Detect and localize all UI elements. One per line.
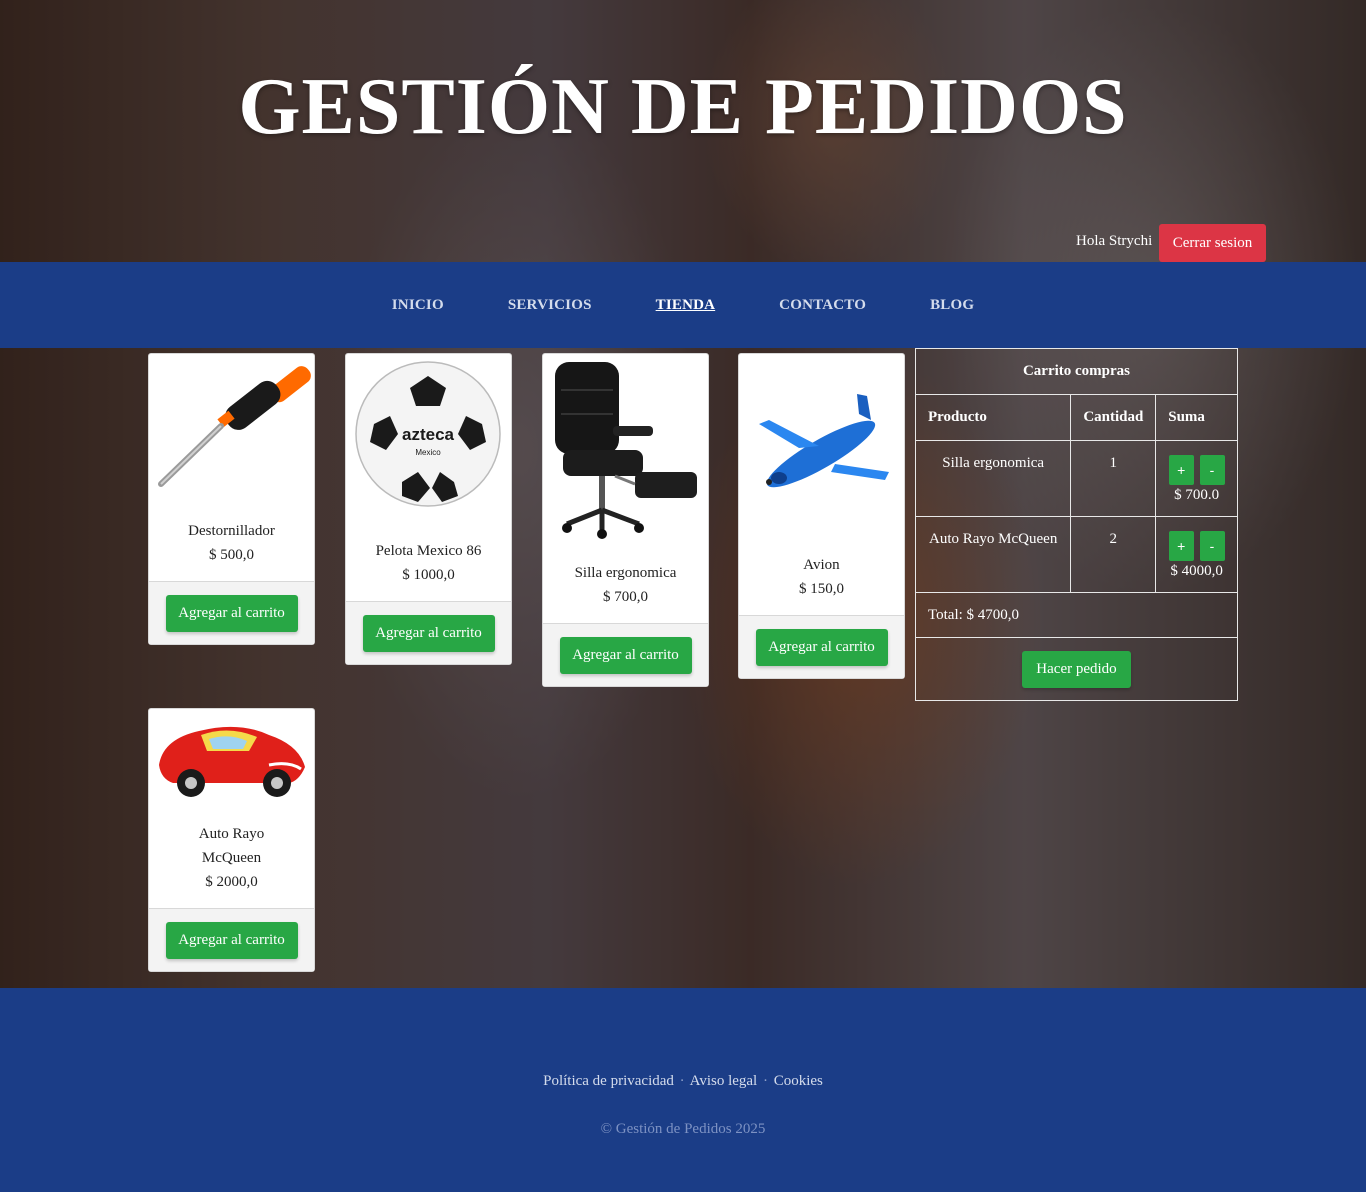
footer-links: Política de privacidad · Aviso legal · C… [0,1073,1366,1090]
cart-header-product: Producto [914,394,1072,441]
cart-header-quantity: Cantidad [1070,394,1157,441]
airplane-image [739,354,904,535]
product-card: azteca Mexico Pelota Mexico 86 $ 1000,0 … [345,353,512,665]
product-price: $ 2000,0 [205,874,258,890]
card-footer: Agregar al carrito [739,615,904,678]
product-card: Auto Rayo McQueen $ 2000,0 Agregar al ca… [148,708,315,972]
cart-item-sum-cell: + - $ 700.0 [1155,440,1238,517]
decrease-quantity-button[interactable]: - [1199,531,1225,561]
nav-tienda[interactable]: TIENDA [656,297,716,314]
toy-car-image [149,709,314,808]
add-to-cart-button[interactable]: Agregar al carrito [165,594,298,632]
screwdriver-image [149,354,314,499]
product-price: $ 150,0 [799,581,844,597]
product-name: Pelota Mexico 86 [375,543,482,559]
footer-separator: · [679,1073,685,1089]
product-card: Silla ergonomica $ 700,0 Agregar al carr… [542,353,709,687]
increase-quantity-button[interactable]: + [1168,531,1194,561]
cart-item-sum-cell: + - $ 4000,0 [1155,516,1238,593]
user-greeting: Hola Strychi [1076,233,1153,249]
cart-item-sum: $ 700.0 [1174,487,1220,503]
nav-contacto[interactable]: CONTACTO [779,297,866,314]
privacy-policy-link[interactable]: Política de privacidad [543,1073,674,1089]
product-name: Avion [803,557,840,573]
decrease-quantity-button[interactable]: - [1199,455,1225,485]
add-to-cart-button[interactable]: Agregar al carrito [362,614,495,652]
cart-row: Silla ergonomica 1 + - $ 700.0 [914,440,1238,517]
card-footer: Agregar al carrito [346,601,511,664]
product-name: Auto Rayo McQueen [198,826,265,866]
logout-button[interactable]: Cerrar sesion [1159,224,1266,262]
cart-row: Auto Rayo McQueen 2 + - $ 4000,0 [914,516,1238,593]
product-name: Destornillador [188,523,275,539]
site-title: GESTIÓN DE PEDIDOS [238,63,1128,151]
cart-item-quantity: 1 [1070,440,1157,517]
nav-inicio[interactable]: INICIO [392,297,444,314]
cart-total: Total: $ 4700,0 [915,592,1238,638]
cart-order-cell: Hacer pedido [915,637,1238,701]
cart-item-sum: $ 4000,0 [1170,563,1223,579]
card-footer: Agregar al carrito [149,581,314,644]
cart-header-sum: Suma [1155,394,1238,441]
add-to-cart-button[interactable]: Agregar al carrito [165,921,298,959]
site-footer: Política de privacidad · Aviso legal · C… [0,988,1366,1192]
nav-servicios[interactable]: SERVICIOS [508,297,592,314]
increase-quantity-button[interactable]: + [1168,455,1194,485]
site-header: GESTIÓN DE PEDIDOS Hola Strychi Cerrar s… [0,0,1366,262]
nav-blog[interactable]: BLOG [930,297,974,314]
copyright: © Gestión de Pedidos 2025 [600,1121,766,1137]
card-footer: Agregar al carrito [149,908,314,971]
cart-title: Carrito compras [915,348,1238,395]
cart-item-product: Auto Rayo McQueen [914,516,1072,593]
soccer-ball-image: azteca Mexico [346,354,511,519]
ball-country-text: Mexico [415,448,441,457]
add-to-cart-button[interactable]: Agregar al carrito [755,628,888,666]
product-price: $ 700,0 [603,589,648,605]
ball-brand-text: azteca [402,425,455,444]
footer-separator: · [762,1073,768,1089]
main-nav: INICIO SERVICIOS TIENDA CONTACTO BLOG [0,262,1366,348]
product-price: $ 1000,0 [402,567,455,583]
cart-item-product: Silla ergonomica [914,440,1072,517]
place-order-button[interactable]: Hacer pedido [1022,650,1131,688]
product-card: Avion $ 150,0 Agregar al carrito [738,353,905,679]
card-footer: Agregar al carrito [543,623,708,686]
product-name: Silla ergonomica [574,565,677,581]
product-card: Destornillador $ 500,0 Agregar al carrit… [148,353,315,645]
cookies-link[interactable]: Cookies [774,1073,823,1089]
office-chair-image [543,354,708,543]
product-price: $ 500,0 [209,547,254,563]
cart-item-quantity: 2 [1070,516,1157,593]
legal-notice-link[interactable]: Aviso legal [690,1073,758,1089]
shopping-cart-table: Carrito compras Producto Cantidad Suma S… [914,348,1238,701]
add-to-cart-button[interactable]: Agregar al carrito [559,636,692,674]
